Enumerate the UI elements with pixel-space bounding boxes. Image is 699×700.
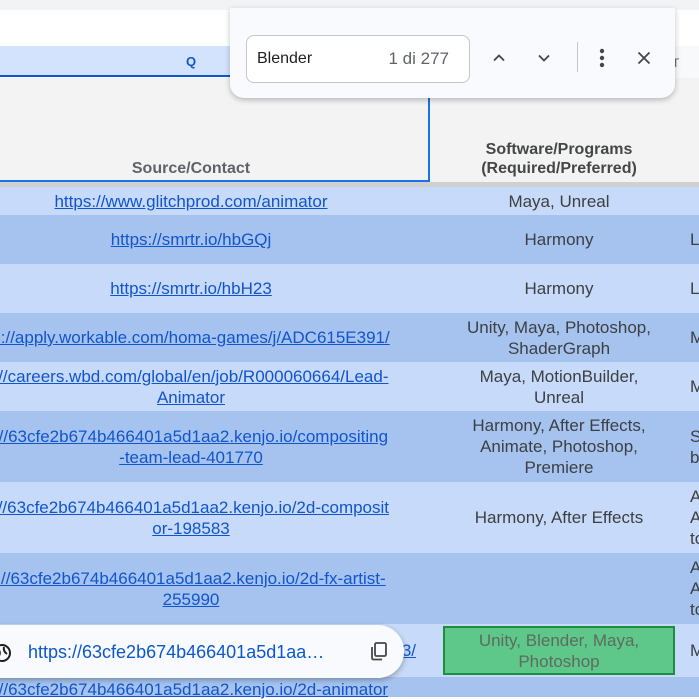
table-row[interactable]: https://smrtr.io/hbH23 Harmony L <box>0 264 699 313</box>
software-cell[interactable]: Harmony <box>443 215 675 264</box>
source-link[interactable]: s://apply.workable.com/homa-games/j/ADC6… <box>0 313 502 362</box>
chevron-up-icon[interactable] <box>485 44 513 72</box>
header-software-line1: Software/Programs <box>485 141 633 158</box>
close-icon[interactable] <box>630 44 658 72</box>
next-column-cell[interactable]: L <box>690 215 699 264</box>
table-row[interactable]: s://apply.workable.com/homa-games/j/ADC6… <box>0 313 699 362</box>
software-cell[interactable]: Unity, Maya, Photoshop, ShaderGraph <box>443 313 675 362</box>
header-cell-software[interactable]: Software/Programs (Required/Preferred) <box>432 140 686 178</box>
software-cell[interactable]: Maya, Unreal <box>443 187 675 215</box>
next-column-cell[interactable]: A A to <box>690 553 699 624</box>
find-input[interactable]: Blender 1 di 277 <box>246 35 470 83</box>
source-link[interactable]: https://smrtr.io/hbGQj <box>0 215 502 264</box>
table-row[interactable]: https://www.glitchprod.com/animator Maya… <box>0 187 699 215</box>
table-row[interactable]: https://smrtr.io/hbGQj Harmony L <box>0 215 699 264</box>
table-row[interactable]: ://63cfe2b674b466401a5d1aa2.kenjo.io/2d-… <box>0 553 699 624</box>
find-query[interactable]: Blender <box>257 50 312 68</box>
software-cell[interactable]: Harmony, After Effects <box>443 482 675 553</box>
source-link[interactable]: ://63cfe2b674b466401a5d1aa2.kenjo.io/com… <box>0 411 502 482</box>
chevron-down-icon[interactable] <box>530 44 558 72</box>
next-column-cell[interactable]: A A to <box>690 482 699 553</box>
copy-icon[interactable] <box>368 640 390 667</box>
source-link[interactable]: https://www.glitchprod.com/animator <box>0 187 502 215</box>
header-source-label: Source/Contact <box>131 160 251 177</box>
source-link[interactable]: https://smrtr.io/hbH23 <box>0 264 502 313</box>
table-row[interactable]: ://63cfe2b674b466401a5d1aa2.kenjo.io/2d-… <box>0 482 699 553</box>
more-vert-icon[interactable] <box>588 44 616 72</box>
next-column-cell[interactable]: M <box>690 313 699 362</box>
source-link[interactable]: ://63cfe2b674b466401a5d1aa2.kenjo.io/2d-… <box>0 679 502 699</box>
software-cell[interactable] <box>443 553 675 624</box>
software-cell[interactable]: Maya, MotionBuilder, Unreal <box>443 362 675 411</box>
link-preview-chip[interactable]: https://63cfe2b674b466401a5d1aa… <box>0 625 404 678</box>
globe-icon <box>0 643 12 668</box>
software-cell[interactable]: Harmony <box>443 264 675 313</box>
table-row[interactable]: ://63cfe2b674b466401a5d1aa2.kenjo.io/com… <box>0 411 699 482</box>
source-link[interactable]: ://63cfe2b674b466401a5d1aa2.kenjo.io/2d-… <box>0 553 502 624</box>
find-result-count: 1 di 277 <box>388 49 450 68</box>
header-software-line2: (Required/Preferred) <box>481 160 637 177</box>
software-cell[interactable]: Harmony, After Effects, Animate, Photosh… <box>443 411 675 482</box>
table-row[interactable]: ://63cfe2b674b466401a5d1aa2.kenjo.io/2d-… <box>0 677 699 699</box>
next-column-cell[interactable]: M <box>690 624 699 677</box>
source-link[interactable]: ://63cfe2b674b466401a5d1aa2.kenjo.io/2d-… <box>0 482 502 553</box>
link-preview-url[interactable]: https://63cfe2b674b466401a5d1aa… <box>28 642 324 663</box>
next-column-cell[interactable]: S b <box>690 411 699 482</box>
find-bar: Blender 1 di 277 <box>230 8 675 98</box>
source-link[interactable]: ://careers.wbd.com/global/en/job/R000060… <box>0 362 502 411</box>
software-cell-match[interactable]: Unity, Blender, Maya, Photoshop <box>443 626 675 675</box>
table-row[interactable]: ://careers.wbd.com/global/en/job/R000060… <box>0 362 699 411</box>
find-divider <box>577 42 578 72</box>
next-column-cell[interactable]: L <box>690 264 699 313</box>
next-column-cell[interactable] <box>690 187 699 215</box>
next-column-cell[interactable]: M <box>690 362 699 411</box>
